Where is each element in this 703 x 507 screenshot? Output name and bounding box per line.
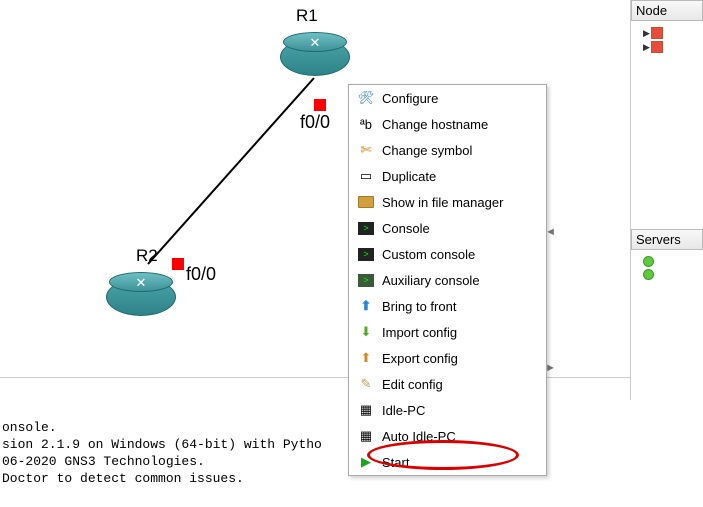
menu-label: Import config: [382, 325, 457, 340]
menu-label: Export config: [382, 351, 458, 366]
menu-duplicate[interactable]: ▭ Duplicate: [349, 163, 546, 189]
play-icon: ▶: [357, 453, 375, 471]
status-stopped-icon: [651, 27, 663, 39]
menu-console[interactable]: > Console: [349, 215, 546, 241]
menu-configure[interactable]: 🛠 Configure: [349, 85, 546, 111]
panel-node-title[interactable]: Node: [631, 0, 703, 21]
folder-icon: [357, 193, 375, 211]
node-item[interactable]: ▶: [643, 41, 699, 53]
link-r1-r2: [144, 74, 318, 268]
menu-label: Custom console: [382, 247, 475, 262]
status-stopped-icon: [651, 41, 663, 53]
arrow-up-icon: ⬆: [357, 297, 375, 315]
menu-custom-console[interactable]: > Custom console: [349, 241, 546, 267]
menu-start[interactable]: ▶ Start: [349, 449, 546, 475]
menu-label: Duplicate: [382, 169, 436, 184]
menu-change-symbol[interactable]: ✄ Change symbol: [349, 137, 546, 163]
port-label-r1: f0/0: [300, 112, 330, 133]
text-icon: ªb: [357, 115, 375, 133]
menu-change-hostname[interactable]: ªb Change hostname: [349, 111, 546, 137]
export-icon: ⬆: [357, 349, 375, 367]
menu-show-in-file-manager[interactable]: Show in file manager: [349, 189, 546, 215]
console-icon: >: [357, 219, 375, 237]
menu-auto-idle-pc[interactable]: ▦ Auto Idle-PC: [349, 423, 546, 449]
menu-bring-to-front[interactable]: ⬆ Bring to front: [349, 293, 546, 319]
menu-label: Auxiliary console: [382, 273, 480, 288]
aux-console-icon: >: [357, 271, 375, 289]
status-running-icon: [643, 256, 654, 267]
port-label-r2: f0/0: [186, 264, 216, 285]
menu-label: Change hostname: [382, 117, 488, 132]
menu-export-config[interactable]: ⬆ Export config: [349, 345, 546, 371]
menu-label: Idle-PC: [382, 403, 425, 418]
menu-auxiliary-console[interactable]: > Auxiliary console: [349, 267, 546, 293]
panel-servers-title[interactable]: Servers: [631, 229, 703, 250]
menu-idle-pc[interactable]: ▦ Idle-PC: [349, 397, 546, 423]
side-panels: Node ▶ ▶ Servers: [630, 0, 703, 400]
router-r1-label: R1: [296, 6, 318, 26]
pencil-icon: ✎: [357, 375, 375, 393]
node-item[interactable]: ▶: [643, 27, 699, 39]
menu-label: Configure: [382, 91, 438, 106]
import-icon: ⬇: [357, 323, 375, 341]
menu-label: Console: [382, 221, 430, 236]
router-r2[interactable]: ✕: [106, 278, 176, 316]
port-marker-r2[interactable]: [172, 258, 184, 270]
server-item[interactable]: [643, 269, 699, 280]
router-r1[interactable]: ✕: [280, 38, 350, 76]
server-item[interactable]: [643, 256, 699, 267]
custom-console-icon: >: [357, 245, 375, 263]
menu-import-config[interactable]: ⬇ Import config: [349, 319, 546, 345]
menu-label: Auto Idle-PC: [382, 429, 456, 444]
chip-icon: ▦: [357, 427, 375, 445]
context-menu: 🛠 Configure ªb Change hostname ✄ Change …: [348, 84, 547, 476]
menu-edit-config[interactable]: ✎ Edit config: [349, 371, 546, 397]
menu-label: Start: [382, 455, 409, 470]
menu-label: Edit config: [382, 377, 443, 392]
duplicate-icon: ▭: [357, 167, 375, 185]
wrench-icon: 🛠: [357, 89, 375, 107]
symbol-icon: ✄: [357, 141, 375, 159]
router-r2-label: R2: [136, 246, 158, 266]
menu-label: Show in file manager: [382, 195, 503, 210]
panel-node-body: ▶ ▶: [631, 21, 703, 59]
menu-label: Change symbol: [382, 143, 472, 158]
panel-servers-body: [631, 250, 703, 286]
chip-icon: ▦: [357, 401, 375, 419]
status-running-icon: [643, 269, 654, 280]
port-marker-r1[interactable]: [314, 99, 326, 111]
menu-label: Bring to front: [382, 299, 456, 314]
